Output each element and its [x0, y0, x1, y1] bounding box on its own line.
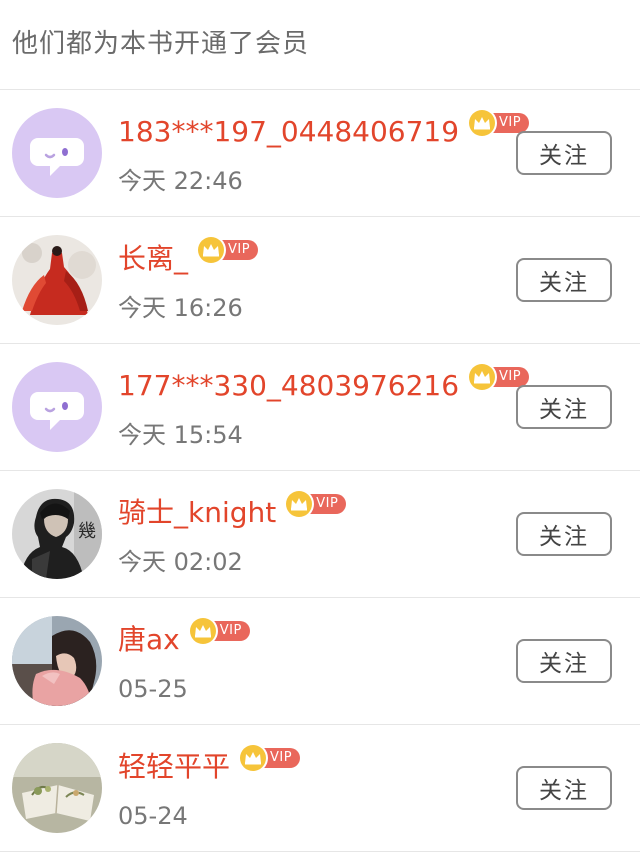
red-robed-figure-icon: [12, 235, 102, 325]
vip-badge: VIP: [198, 237, 259, 263]
book-and-flowers-icon: [12, 743, 102, 833]
name-line: 177***330_4803976216 VIP: [118, 364, 530, 406]
user-name[interactable]: 唐ax: [118, 620, 180, 660]
vip-label: VIP: [209, 621, 250, 641]
list-item[interactable]: 唐ax VIP 05-25 关注: [0, 598, 640, 725]
list-item[interactable]: 长离_ VIP 今天 16:26 关注: [0, 217, 640, 344]
avatar[interactable]: [12, 362, 102, 452]
list-item[interactable]: 183***197_0448406719 VIP 今天 22:46 关注: [0, 90, 640, 217]
timestamp: 05-24: [118, 802, 188, 830]
timestamp: 今天 15:54: [118, 421, 243, 449]
crown-icon: [189, 618, 216, 644]
follow-button[interactable]: 关注: [516, 258, 612, 302]
list-item[interactable]: 177***330_4803976216 VIP 今天 15:54 关注: [0, 344, 640, 471]
timestamp: 05-25: [118, 675, 188, 703]
avatar[interactable]: [12, 616, 102, 706]
timestamp: 今天 02:02: [118, 548, 243, 576]
user-name[interactable]: 183***197_0448406719: [118, 112, 459, 152]
timestamp: 今天 22:46: [118, 167, 243, 195]
follow-button[interactable]: 关注: [516, 385, 612, 429]
list-item[interactable]: 幾 骑士_knight VIP 今天 02:02 关注: [0, 471, 640, 598]
crown-icon: [240, 745, 267, 771]
avatar[interactable]: [12, 108, 102, 198]
default-chat-avatar-icon: [12, 362, 102, 452]
name-line: 长离_ VIP: [118, 237, 259, 279]
vip-label: VIP: [260, 748, 301, 768]
vip-label: VIP: [489, 113, 530, 133]
crown-icon: [198, 237, 225, 263]
name-line: 骑士_knight VIP: [118, 491, 347, 533]
follow-button[interactable]: 关注: [516, 131, 612, 175]
girl-in-car-icon: [12, 616, 102, 706]
vip-badge: VIP: [240, 745, 301, 771]
name-line: 轻轻平平 VIP: [118, 745, 301, 787]
default-chat-avatar-icon: [12, 108, 102, 198]
dark-jacket-person-icon: 幾: [12, 489, 102, 579]
user-name[interactable]: 骑士_knight: [118, 493, 276, 533]
avatar[interactable]: [12, 743, 102, 833]
vip-label: VIP: [218, 240, 259, 260]
name-line: 唐ax VIP: [118, 618, 250, 660]
vip-label: VIP: [489, 367, 530, 387]
avatar[interactable]: [12, 235, 102, 325]
vip-label: VIP: [306, 494, 347, 514]
vip-badge: VIP: [286, 491, 347, 517]
member-list: 183***197_0448406719 VIP 今天 22:46 关注 长离_…: [0, 90, 640, 852]
vip-badge: VIP: [189, 618, 250, 644]
user-name[interactable]: 177***330_4803976216: [118, 366, 459, 406]
name-line: 183***197_0448406719 VIP: [118, 110, 530, 152]
list-item[interactable]: 轻轻平平 VIP 05-24 关注: [0, 725, 640, 852]
page-header: 他们都为本书开通了会员: [0, 0, 640, 90]
avatar[interactable]: 幾: [12, 489, 102, 579]
page-title: 他们都为本书开通了会员: [12, 29, 310, 59]
user-name[interactable]: 轻轻平平: [118, 747, 230, 787]
crown-icon: [469, 110, 496, 136]
follow-button[interactable]: 关注: [516, 512, 612, 556]
svg-text:幾: 幾: [78, 521, 96, 542]
follow-button[interactable]: 关注: [516, 639, 612, 683]
user-name[interactable]: 长离_: [118, 239, 188, 279]
timestamp: 今天 16:26: [118, 294, 243, 322]
crown-icon: [469, 364, 496, 390]
follow-button[interactable]: 关注: [516, 766, 612, 810]
